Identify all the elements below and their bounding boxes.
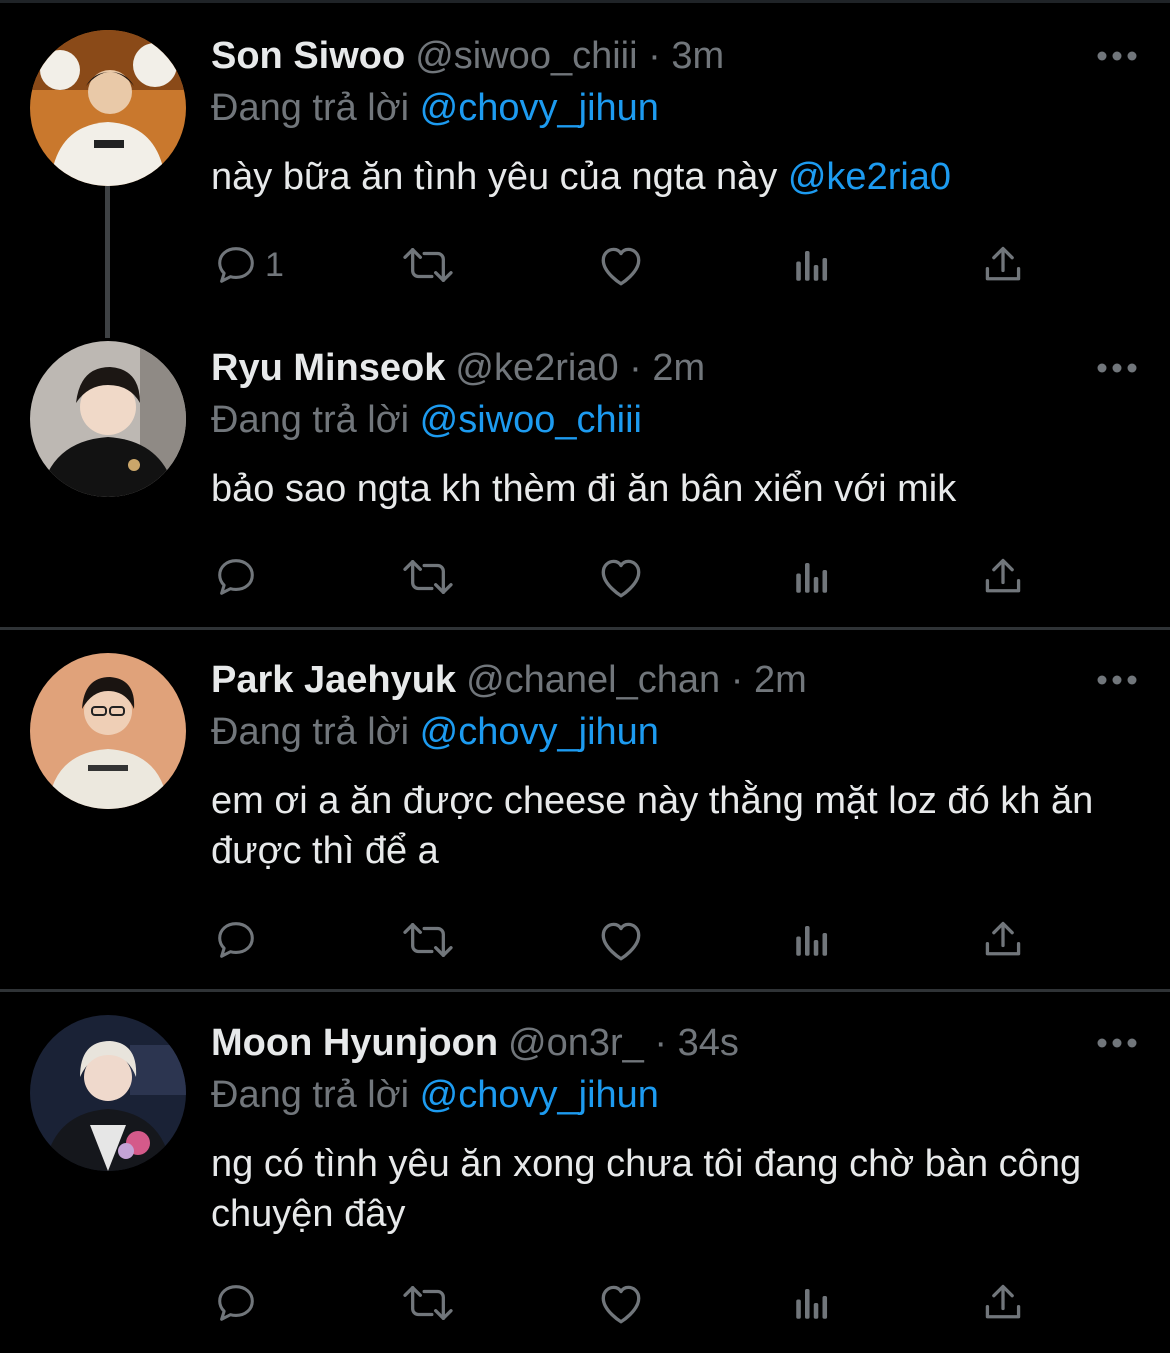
display-name[interactable]: Son Siwoo: [211, 35, 405, 77]
thread-line: [105, 186, 110, 338]
top-divider: [0, 0, 1170, 3]
tweet-header: Ryu Minseok @ke2ria0 · 2m: [211, 344, 1110, 392]
replying-to-mention[interactable]: @chovy_jihun: [420, 1074, 659, 1116]
heart-icon: [601, 247, 641, 286]
views-button[interactable]: [791, 551, 833, 603]
more-icon[interactable]: [1094, 670, 1140, 690]
tweet-text: em ơi a ăn được cheese này thằng mặt loz…: [211, 776, 1131, 876]
replying-prefix: Đang trả lời: [211, 399, 410, 441]
tweet-header: Park Jaehyuk @chanel_chan · 2m: [211, 656, 1110, 704]
views-button[interactable]: [791, 914, 833, 966]
reply-button[interactable]: [213, 914, 265, 966]
action-bar: 1: [211, 239, 1091, 291]
tweet-divider: [0, 989, 1170, 992]
handle-and-time: @on3r_ · 34s: [508, 1022, 739, 1064]
avatar[interactable]: [30, 341, 186, 497]
handle-and-time: @siwoo_chiii · 3m: [415, 35, 725, 77]
handle-and-time: @chanel_chan · 2m: [466, 659, 807, 701]
reply-icon: [218, 922, 254, 958]
tweet-divider: [0, 627, 1170, 630]
retweet-button[interactable]: [399, 239, 457, 291]
reply-button[interactable]: [213, 1277, 265, 1329]
reply-count: 1: [265, 245, 284, 284]
views-icon: [796, 926, 828, 956]
heart-icon: [601, 559, 641, 598]
heart-icon: [601, 1285, 641, 1324]
like-button[interactable]: [596, 914, 646, 966]
retweet-icon: [403, 1286, 453, 1320]
avatar[interactable]: [30, 653, 186, 809]
like-button[interactable]: [596, 551, 646, 603]
reply-icon: [218, 559, 254, 595]
tweet-text: ng có tình yêu ăn xong chưa tôi đang chờ…: [211, 1139, 1131, 1239]
handle-and-time: @ke2ria0 · 2m: [455, 347, 706, 389]
like-button[interactable]: [596, 239, 646, 291]
replying-to: Đang trả lời @siwoo_chiii: [211, 396, 642, 444]
retweet-button[interactable]: [399, 914, 457, 966]
views-icon: [796, 1289, 828, 1319]
share-button[interactable]: [981, 1277, 1025, 1329]
views-icon: [796, 251, 828, 281]
replying-to-mention[interactable]: @siwoo_chiii: [420, 399, 642, 441]
retweet-button[interactable]: [399, 551, 457, 603]
avatar[interactable]: [30, 30, 186, 186]
action-bar: [211, 1277, 1091, 1329]
handle[interactable]: @siwoo_chiii: [415, 35, 637, 77]
replying-to: Đang trả lời @chovy_jihun: [211, 84, 659, 132]
more-icon[interactable]: [1094, 46, 1140, 66]
share-button[interactable]: [981, 551, 1025, 603]
tweet-body: bảo sao ngta kh thèm đi ăn bân xiển với …: [211, 468, 957, 510]
like-button[interactable]: [596, 1277, 646, 1329]
share-button[interactable]: [981, 239, 1025, 291]
views-button[interactable]: [791, 239, 833, 291]
reply-button[interactable]: [213, 551, 265, 603]
heart-icon: [601, 922, 641, 961]
replying-to: Đang trả lời @chovy_jihun: [211, 708, 659, 756]
timestamp[interactable]: 34s: [678, 1022, 739, 1064]
reply-icon: [218, 247, 254, 283]
views-icon: [796, 563, 828, 593]
replying-prefix: Đang trả lời: [211, 711, 410, 753]
display-name[interactable]: Ryu Minseok: [211, 347, 445, 389]
replying-to-mention[interactable]: @chovy_jihun: [420, 711, 659, 753]
share-icon: [985, 1284, 1021, 1319]
more-icon[interactable]: [1094, 358, 1140, 378]
action-bar: [211, 551, 1091, 603]
timestamp[interactable]: 3m: [671, 35, 724, 77]
retweet-icon: [403, 923, 453, 957]
tweet-body: ng có tình yêu ăn xong chưa tôi đang chờ…: [211, 1143, 1082, 1235]
replying-prefix: Đang trả lời: [211, 1074, 410, 1116]
handle[interactable]: @ke2ria0: [455, 347, 618, 389]
retweet-icon: [403, 560, 453, 594]
share-button[interactable]: [981, 914, 1025, 966]
replying-to: Đang trả lời @chovy_jihun: [211, 1071, 659, 1119]
timestamp[interactable]: 2m: [754, 659, 807, 701]
action-bar: [211, 914, 1091, 966]
retweet-icon: [403, 248, 453, 282]
share-icon: [985, 558, 1021, 593]
replying-prefix: Đang trả lời: [211, 87, 410, 129]
display-name[interactable]: Park Jaehyuk: [211, 659, 456, 701]
tweet-body: em ơi a ăn được cheese này thằng mặt loz…: [211, 780, 1094, 872]
replying-to-mention[interactable]: @chovy_jihun: [420, 87, 659, 129]
avatar[interactable]: [30, 1015, 186, 1171]
reply-button[interactable]: 1: [213, 239, 284, 291]
tweet-text: bảo sao ngta kh thèm đi ăn bân xiển với …: [211, 464, 1131, 514]
tweet-header: Moon Hyunjoon @on3r_ · 34s: [211, 1019, 1110, 1067]
share-icon: [985, 921, 1021, 956]
more-icon[interactable]: [1094, 1033, 1140, 1053]
reply-icon: [218, 1285, 254, 1321]
views-button[interactable]: [791, 1277, 833, 1329]
timestamp[interactable]: 2m: [652, 347, 705, 389]
display-name[interactable]: Moon Hyunjoon: [211, 1022, 498, 1064]
tweet-text: này bữa ăn tình yêu của ngta này @ke2ria…: [211, 152, 1131, 202]
share-icon: [985, 246, 1021, 281]
handle[interactable]: @chanel_chan: [466, 659, 720, 701]
tweet-body: này bữa ăn tình yêu của ngta này: [211, 156, 778, 198]
tweet-header: Son Siwoo @siwoo_chiii · 3m: [211, 32, 1110, 80]
retweet-button[interactable]: [399, 1277, 457, 1329]
text-mention[interactable]: @ke2ria0: [788, 156, 951, 198]
handle[interactable]: @on3r_: [508, 1022, 644, 1064]
